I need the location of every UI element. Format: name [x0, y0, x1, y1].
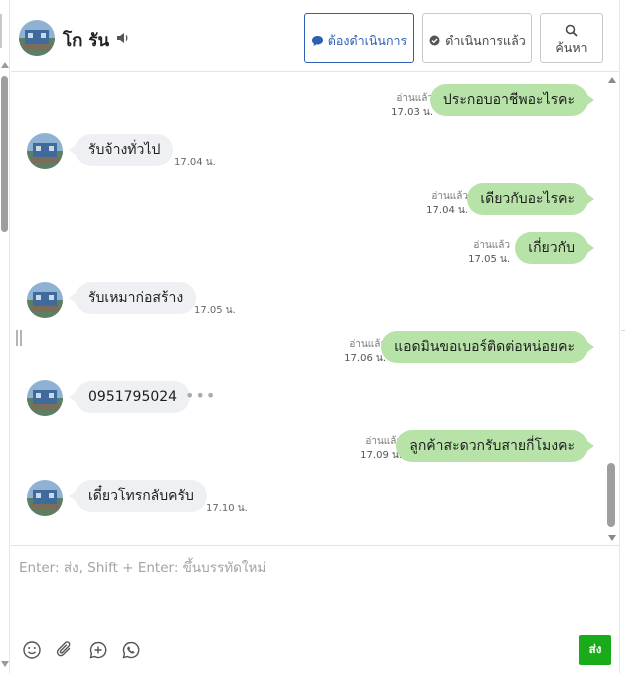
- panel-divider: [621, 330, 625, 331]
- avatar-photo-icon: [27, 480, 63, 516]
- message-time: 17.10 น.: [206, 503, 248, 514]
- outer-scroll-thumb[interactable]: [1, 76, 8, 232]
- outgoing-message-bubble[interactable]: แอดมินขอเบอร์ติดต่อหน่อยคะ: [381, 331, 594, 363]
- message-composer: ส่ง: [11, 545, 619, 673]
- message-time: 17.03 น.: [391, 107, 433, 118]
- message-time: 17.04 น.: [174, 157, 216, 168]
- search-icon: [565, 24, 578, 37]
- emoji-icon[interactable]: [22, 640, 42, 660]
- avatar[interactable]: [27, 480, 63, 516]
- incoming-message-bubble[interactable]: รับจ้างทั่วไป: [68, 134, 174, 166]
- todo-button-label: ต้องดำเนินการ: [327, 33, 408, 48]
- outgoing-message-bubble[interactable]: เกี่ยวกับ: [515, 232, 594, 264]
- phone-icon[interactable]: [121, 640, 141, 660]
- speaker-icon[interactable]: [115, 30, 131, 46]
- read-status: อ่านแล้ว: [396, 93, 433, 104]
- chat-header: โก รัน ต้องดำเนินการ ดำเนินการแล้ว ค้นหา: [11, 0, 619, 72]
- avatar-photo-icon: [19, 20, 55, 56]
- avatar[interactable]: [27, 380, 63, 416]
- incoming-message-bubble[interactable]: รับเหมาก่อสร้าง: [68, 282, 197, 314]
- done-button[interactable]: ดำเนินการแล้ว: [422, 13, 532, 63]
- resize-handle-icon[interactable]: [16, 330, 22, 346]
- avatar-photo-icon: [27, 380, 63, 416]
- chat-check-icon: [429, 35, 440, 45]
- done-button-label: ดำเนินการแล้ว: [445, 33, 526, 48]
- avatar[interactable]: [19, 20, 55, 56]
- scroll-up-arrow-icon[interactable]: [608, 77, 616, 83]
- message-time: 17.06 น.: [344, 353, 386, 364]
- incoming-message-bubble[interactable]: เดี๋ยวโทรกลับครับ: [69, 480, 207, 512]
- message-time: 17.04 น.: [426, 205, 468, 216]
- message-list-scrollbar[interactable]: [606, 73, 618, 545]
- outgoing-message-bubble[interactable]: ลูกค้าสะดวกรับสายกี่โมงคะ: [396, 430, 594, 462]
- outgoing-message-bubble[interactable]: เดียวกับอะไรคะ: [467, 183, 594, 215]
- message-time: 17.05 น.: [194, 305, 236, 316]
- scroll-down-arrow-icon[interactable]: [1, 661, 9, 667]
- avatar[interactable]: [27, 133, 63, 169]
- contact-name: โก รัน: [63, 31, 110, 51]
- read-status: อ่านแล้ว: [349, 339, 386, 350]
- scroll-down-arrow-icon[interactable]: [608, 535, 616, 541]
- message-meta: อ่านแล้ว 17.06 น.: [344, 338, 386, 366]
- avatar-photo-icon: [27, 282, 63, 318]
- search-button-label: ค้นหา: [555, 41, 588, 55]
- chat-window: โก รัน ต้องดำเนินการ ดำเนินการแล้ว ค้นหา: [0, 0, 625, 673]
- todo-button[interactable]: ต้องดำเนินการ: [304, 13, 414, 63]
- scroll-up-arrow-icon[interactable]: [1, 62, 9, 68]
- message-meta: อ่านแล้ว 17.04 น.: [426, 190, 468, 218]
- speech-bubble-icon: [311, 35, 323, 46]
- more-options-icon[interactable]: •••: [185, 386, 216, 405]
- search-button[interactable]: ค้นหา: [540, 13, 603, 63]
- message-meta: อ่านแล้ว 17.05 น.: [468, 239, 510, 267]
- message-scroll-thumb[interactable]: [607, 463, 615, 527]
- right-panel-edge: [619, 0, 625, 673]
- panel-edge-marker: [0, 14, 2, 48]
- message-input[interactable]: [11, 546, 619, 630]
- message-list[interactable]: อ่านแล้ว 17.03 น. ประกอบอาชีพอะไรคะ รับจ…: [11, 73, 619, 545]
- outgoing-message-bubble[interactable]: ประกอบอาชีพอะไรคะ: [429, 84, 595, 116]
- paperclip-icon[interactable]: [55, 640, 75, 660]
- read-status: อ่านแล้ว: [431, 191, 468, 202]
- message-time: 17.09 น.: [360, 450, 402, 461]
- avatar-photo-icon: [27, 133, 63, 169]
- add-chat-icon[interactable]: [88, 640, 108, 660]
- outer-scrollbar[interactable]: [0, 0, 10, 673]
- incoming-message-bubble[interactable]: 0951795024: [68, 381, 191, 413]
- send-button[interactable]: ส่ง: [579, 635, 611, 665]
- avatar[interactable]: [27, 282, 63, 318]
- message-time: 17.05 น.: [468, 254, 510, 265]
- read-status: อ่านแล้ว: [473, 240, 510, 251]
- message-meta: อ่านแล้ว 17.03 น.: [391, 92, 433, 120]
